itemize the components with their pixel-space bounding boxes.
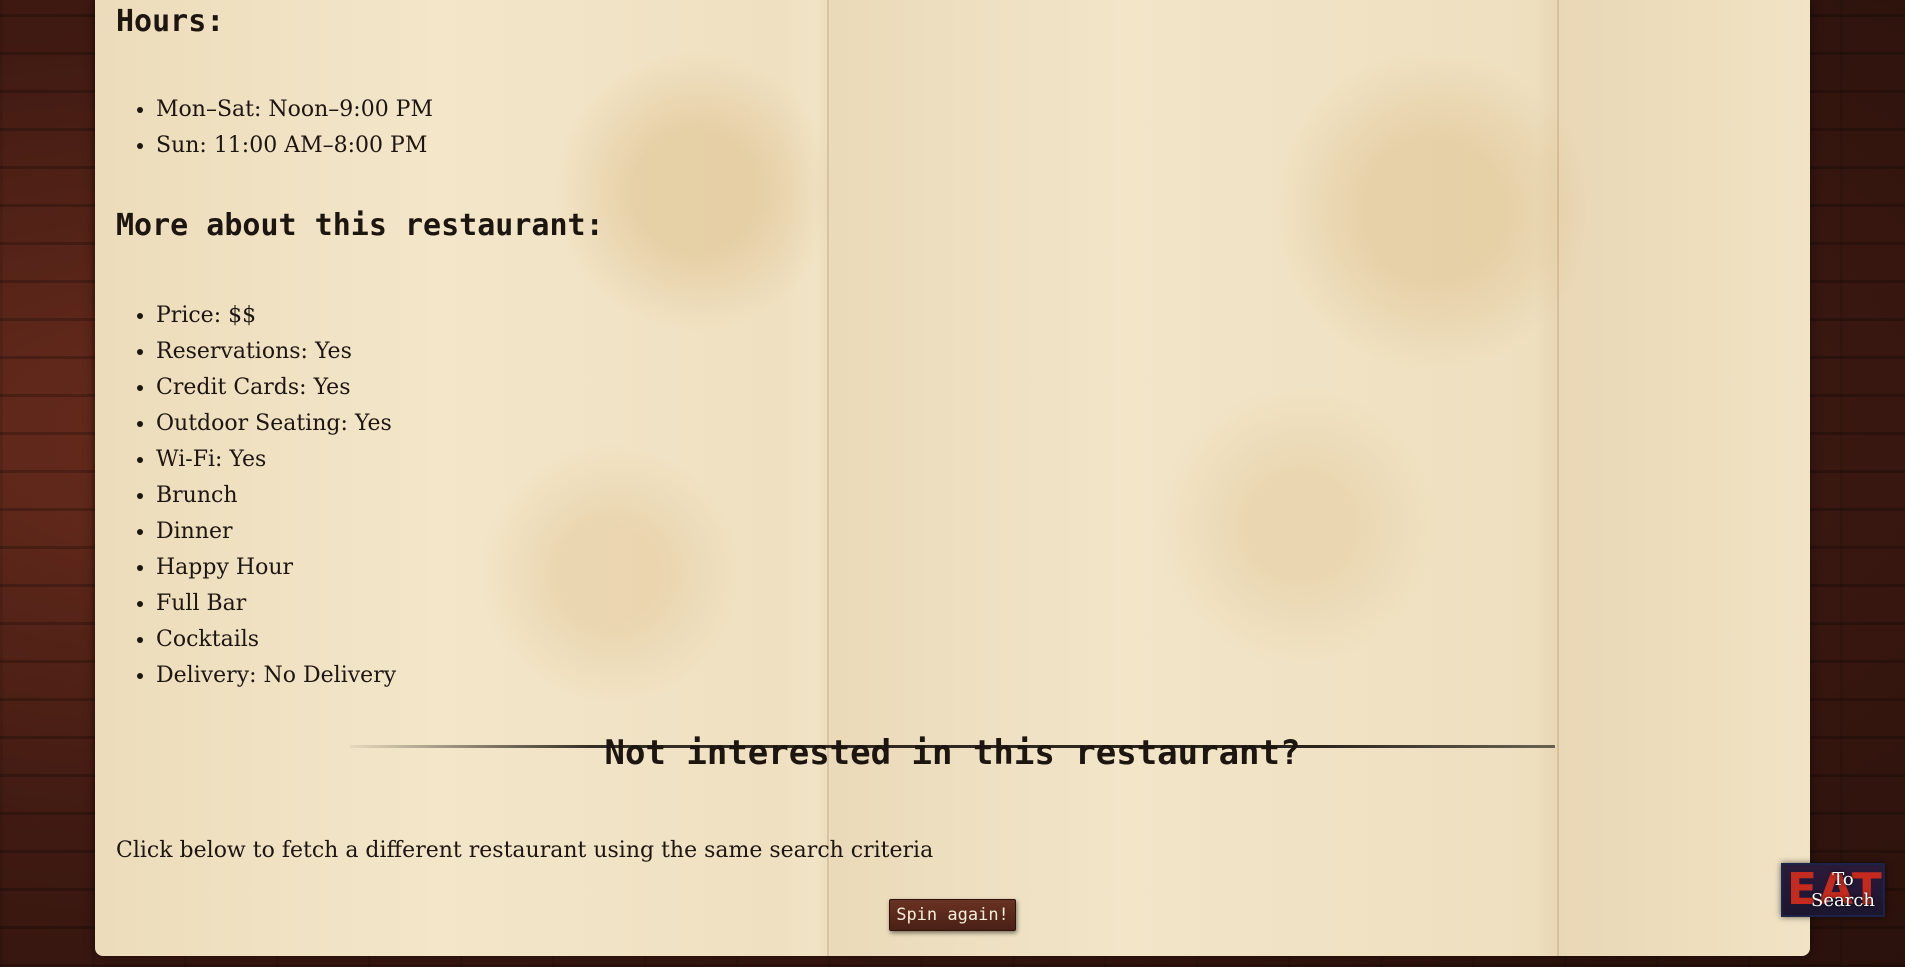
list-item: Delivery: No Delivery	[156, 658, 396, 694]
paper-fold	[827, 0, 829, 956]
to-search-label-line2: Search	[1811, 890, 1875, 911]
list-item: Full Bar	[156, 586, 396, 622]
list-item: Mon–Sat: Noon–9:00 PM	[156, 92, 433, 128]
paper-fold	[1557, 0, 1559, 956]
list-item: Outdoor Seating: Yes	[156, 406, 396, 442]
list-item: Price: $$	[156, 298, 396, 334]
spin-again-button[interactable]: Spin again!	[889, 899, 1016, 931]
more-about-heading: More about this restaurant:	[116, 208, 604, 243]
list-item: Credit Cards: Yes	[156, 370, 396, 406]
list-item: Sun: 11:00 AM–8:00 PM	[156, 128, 433, 164]
to-search-label: To Search	[1783, 869, 1883, 911]
list-item: Cocktails	[156, 622, 396, 658]
respin-hint: Click below to fetch a different restaur…	[116, 838, 934, 863]
hours-list: Mon–Sat: Noon–9:00 PM Sun: 11:00 AM–8:00…	[116, 92, 433, 164]
to-search-label-line1: To	[1832, 869, 1854, 890]
not-interested-heading: Not interested in this restaurant?	[604, 733, 1301, 773]
list-item: Happy Hour	[156, 550, 396, 586]
details-list: Price: $$ Reservations: Yes Credit Cards…	[116, 298, 396, 694]
to-search-button[interactable]: EAT To Search	[1781, 863, 1885, 917]
list-item: Brunch	[156, 478, 396, 514]
hours-heading: Hours:	[116, 4, 225, 39]
list-item: Dinner	[156, 514, 396, 550]
list-item: Reservations: Yes	[156, 334, 396, 370]
list-item: Wi-Fi: Yes	[156, 442, 396, 478]
